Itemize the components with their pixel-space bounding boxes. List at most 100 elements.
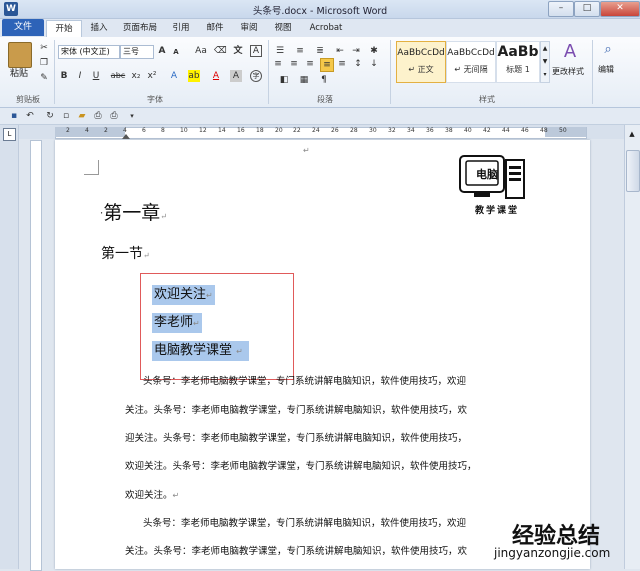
highlight-box (140, 273, 294, 380)
format-painter-icon[interactable]: ✎ (38, 72, 50, 84)
shrink-font-icon[interactable]: A (170, 46, 182, 58)
style-sample: AaBb (497, 44, 539, 60)
body-line-text: 欢迎关注。 (125, 490, 173, 501)
tab-home[interactable]: 开始 (46, 20, 82, 37)
align-right-icon[interactable]: ≡ (304, 58, 316, 70)
strikethrough-icon[interactable]: abc (110, 70, 126, 82)
change-styles-label[interactable]: 更改样式 (552, 66, 584, 78)
highlight-icon[interactable]: ab (188, 70, 200, 82)
font-size-combo[interactable]: 三号 (120, 45, 154, 59)
tab-page-layout[interactable]: 页面布局 (118, 20, 162, 36)
ruler-tick-label: 10 (180, 127, 188, 134)
grow-font-icon[interactable]: A (156, 45, 168, 57)
shading-icon[interactable]: ◧ (278, 74, 290, 86)
ruler-tick-label: 48 (540, 127, 548, 134)
style-no-spacing[interactable]: AaBbCcDd ↵ 无间隔 (446, 41, 496, 83)
clear-format-icon[interactable]: ⌫ (214, 45, 227, 57)
chinese-layout-icon[interactable]: ✱ (368, 45, 380, 57)
tab-review[interactable]: 审阅 (234, 20, 264, 36)
change-case-icon[interactable]: Aa (192, 45, 210, 57)
underline-icon[interactable]: U (90, 70, 102, 82)
numbering-icon[interactable]: ≡ (294, 45, 306, 57)
subscript-icon[interactable]: x₂ (130, 70, 142, 82)
paragraph-mark: ↵ (143, 251, 150, 260)
distributed-icon[interactable]: ≡ (336, 58, 348, 70)
minimize-button[interactable]: – (548, 1, 574, 17)
tab-mailings[interactable]: 邮件 (200, 20, 230, 36)
body-line[interactable]: 迎关注。头条号：李老师电脑教学课堂，专门系统讲解电脑知识，软件使用技巧， (125, 430, 467, 444)
italic-icon[interactable]: I (74, 70, 86, 82)
tab-acrobat[interactable]: Acrobat (304, 20, 348, 36)
ruler-tick-label: 24 (312, 127, 320, 134)
save-icon[interactable]: ▪ (8, 110, 20, 122)
copy-icon[interactable]: ❐ (38, 57, 50, 69)
editing-label[interactable]: 编辑 (598, 64, 614, 76)
vertical-ruler[interactable] (30, 140, 42, 571)
paste-icon[interactable] (8, 42, 32, 68)
maximize-button[interactable]: □ (574, 1, 600, 17)
tab-file[interactable]: 文件 (2, 19, 44, 36)
logo-screen-text: 电脑 (476, 168, 498, 181)
print-icon[interactable]: ⎙ (108, 110, 120, 122)
ruler-tick-label: 14 (218, 127, 226, 134)
body-line[interactable]: 欢迎关注。头条号：李老师电脑教学课堂，专门系统讲解电脑知识，软件使用技巧， (125, 458, 477, 472)
bullets-icon[interactable]: ☰ (274, 45, 286, 57)
style-name: ↵ 无间隔 (454, 65, 488, 74)
show-marks-icon[interactable]: ¶ (318, 74, 330, 86)
undo-icon[interactable]: ↶ (24, 110, 36, 122)
ruler-tick-label: 4 (123, 127, 127, 134)
style-normal[interactable]: AaBbCcDd ↵ 正文 (396, 41, 446, 83)
tab-view[interactable]: 视图 (268, 20, 298, 36)
borders-icon[interactable]: ▦ (298, 74, 310, 86)
multilevel-list-icon[interactable]: ≣ (314, 45, 326, 57)
style-heading-1[interactable]: AaBb 标题 1 (496, 41, 540, 83)
indent-marker-icon[interactable] (122, 134, 130, 139)
increase-indent-icon[interactable]: ⇥ (350, 45, 362, 57)
heading-2[interactable]: 第一节↵ (101, 243, 150, 263)
font-color-icon[interactable]: A (210, 70, 222, 82)
print-preview-icon[interactable]: ⎙ (92, 110, 104, 122)
heading-1[interactable]: ·第一章↵ (100, 198, 167, 225)
change-styles-icon[interactable]: A (560, 42, 580, 62)
tab-insert[interactable]: 插入 (84, 20, 114, 36)
cut-icon[interactable]: ✂ (38, 42, 50, 54)
align-left-icon[interactable]: ≡ (272, 58, 284, 70)
customize-qat-icon[interactable]: ▾ (126, 110, 138, 122)
justify-icon[interactable]: ≡ (320, 58, 334, 72)
scroll-thumb[interactable] (626, 150, 640, 192)
close-button[interactable]: ✕ (600, 1, 640, 17)
window-title: 头条号.docx - Microsoft Word (252, 6, 388, 17)
enclose-char-icon[interactable]: 字 (250, 70, 262, 82)
decrease-indent-icon[interactable]: ⇤ (334, 45, 346, 57)
body-line[interactable]: 关注。头条号：李老师电脑教学课堂，专门系统讲解电脑知识，软件使用技巧，欢 (125, 402, 467, 416)
superscript-icon[interactable]: x² (146, 70, 158, 82)
body-line[interactable]: 头条号：李老师电脑教学课堂，专门系统讲解电脑知识，软件使用技巧，欢迎 (143, 373, 466, 387)
line-spacing-icon[interactable]: ↕ (352, 58, 364, 70)
styles-scroll[interactable]: ▲ ▼ ▾ (540, 41, 550, 83)
bold-icon[interactable]: B (58, 70, 70, 82)
font-name-combo[interactable]: 宋体 (中文正) (58, 45, 120, 59)
open-folder-icon[interactable]: ▰ (76, 110, 88, 122)
sort-icon[interactable]: ↓ (368, 58, 380, 70)
body-line[interactable]: 头条号：李老师电脑教学课堂，专门系统讲解电脑知识，软件使用技巧，欢迎 (143, 515, 466, 529)
char-shading-icon[interactable]: A (230, 70, 242, 82)
phonetic-guide-icon[interactable]: 文 (232, 45, 244, 57)
body-line[interactable]: 关注。头条号：李老师电脑教学课堂，专门系统讲解电脑知识，软件使用技巧，欢 (125, 543, 467, 557)
tab-selector-icon[interactable]: L (3, 128, 16, 141)
paste-button-label[interactable]: 粘贴 (10, 68, 28, 80)
find-icon[interactable]: ⌕ (600, 42, 616, 58)
scroll-up-icon[interactable]: ▲ (626, 128, 638, 140)
redo-icon[interactable]: ↻ (44, 110, 56, 122)
text-effects-icon[interactable]: A (168, 70, 180, 82)
new-doc-icon[interactable]: ▫ (60, 110, 72, 122)
tab-references[interactable]: 引用 (166, 20, 196, 36)
ruler-tick-label: 12 (199, 127, 207, 134)
ruler-tick-label: 2 (66, 127, 70, 134)
body-line[interactable]: 欢迎关注。↵ (125, 487, 179, 501)
ruler-tick-label: 46 (521, 127, 529, 134)
group-separator (268, 40, 269, 104)
align-center-icon[interactable]: ≡ (288, 58, 300, 70)
left-toolbar (0, 125, 19, 569)
ruler-tick-label: 18 (256, 127, 264, 134)
char-border-icon[interactable]: A (250, 45, 262, 57)
